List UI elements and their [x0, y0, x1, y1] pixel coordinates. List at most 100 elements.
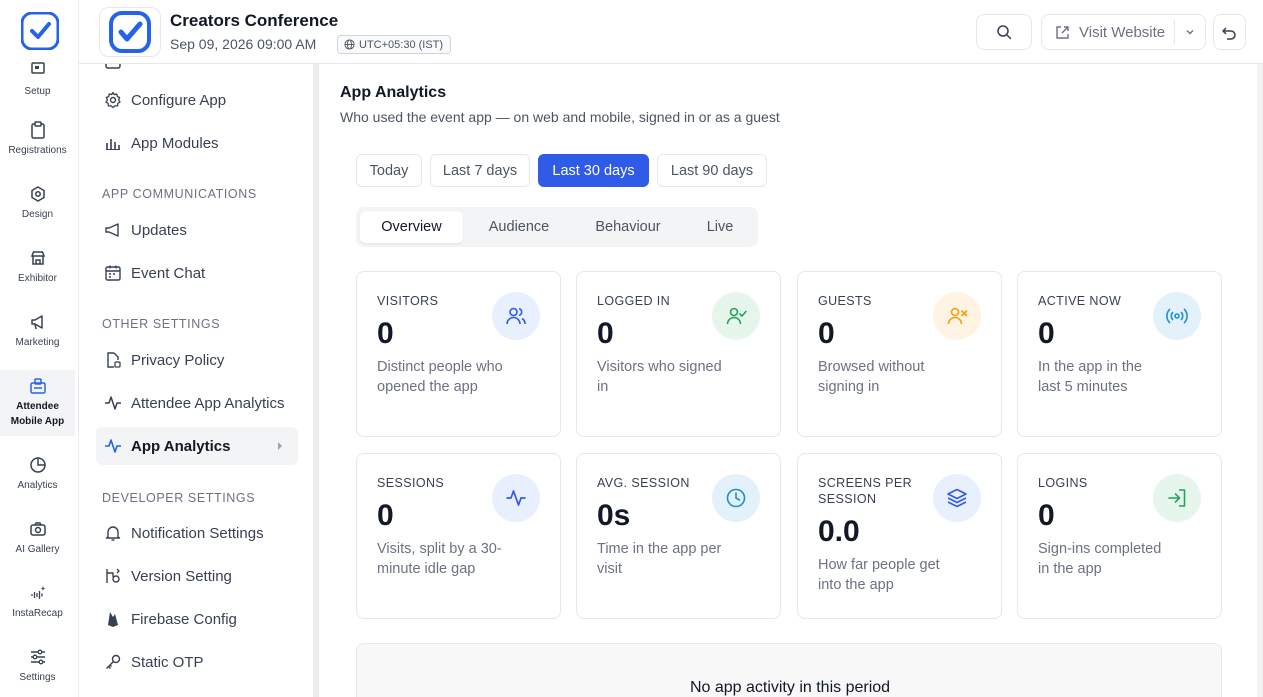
stat-card-screens-per-session: SCREENS PER SESSION 0.0 How far people g…: [797, 453, 1002, 619]
rail-item-setup[interactable]: Setup: [0, 62, 75, 99]
rail-item-instarecap[interactable]: InstaRecap: [0, 584, 75, 621]
stat-card-visitors: VISITORS 0 Distinct people who opened th…: [356, 271, 561, 437]
partial-menu-icon: [105, 64, 121, 69]
rail-item-design[interactable]: Design: [0, 185, 75, 222]
tab-overview[interactable]: Overview: [360, 211, 463, 243]
rail-item-settings[interactable]: Settings: [0, 648, 75, 685]
menu-item-app-analytics[interactable]: App Analytics: [96, 427, 298, 465]
rail-item-registrations[interactable]: Registrations: [0, 121, 75, 158]
rail-item-ai-gallery[interactable]: AI Gallery: [0, 520, 75, 557]
activity-icon: [105, 396, 121, 410]
visit-website-dropdown[interactable]: [1175, 15, 1205, 49]
stat-value: 0: [1038, 499, 1055, 532]
app-logo-icon[interactable]: [21, 12, 59, 50]
section-app-communications: APP COMMUNICATIONS: [102, 187, 257, 201]
stat-description: How far people get into the app: [818, 557, 940, 593]
timezone-text: UTC+05:30 (IST): [359, 38, 444, 51]
tab-live[interactable]: Live: [681, 211, 759, 243]
login-icon: [1153, 474, 1201, 522]
rail-item-label: AI Gallery: [15, 544, 60, 555]
menu-item-label: Firebase Config: [131, 610, 237, 628]
top-header: Creators Conference Sep 09, 2026 09:00 A…: [79, 0, 1263, 64]
menu-item-label: Configure App: [131, 91, 227, 109]
main-content: App Analytics Who used the event app — o…: [320, 64, 1263, 697]
bell-icon: [105, 526, 121, 541]
menu-item-notification-settings[interactable]: Notification Settings: [96, 514, 298, 552]
menu-item-app-modules[interactable]: App Modules: [96, 124, 298, 162]
menu-item-static-otp[interactable]: Static OTP: [96, 643, 298, 681]
stat-label: SCREENS PER SESSION: [818, 476, 913, 506]
page-title: App Analytics: [340, 84, 447, 101]
menu-item-attendee-app-analytics[interactable]: Attendee App Analytics: [96, 384, 298, 422]
stat-card-logins: LOGINS 0 Sign-ins completed in the app: [1017, 453, 1222, 619]
tab-behaviour[interactable]: Behaviour: [578, 211, 678, 243]
stat-card-sessions: SESSIONS 0 Visits, split by a 30-minute …: [356, 453, 561, 619]
visit-website-label: Visit Website: [1079, 23, 1166, 41]
stat-label: ACTIVE NOW: [1038, 294, 1122, 308]
menu-item-firebase-config[interactable]: Firebase Config: [96, 600, 298, 638]
stat-label: GUESTS: [818, 294, 872, 308]
menu-item-configure-app[interactable]: Configure App: [96, 81, 298, 119]
user-check-icon: [712, 292, 760, 340]
camera-icon: [29, 522, 46, 536]
user-x-icon: [933, 292, 981, 340]
app-settings-menu: Configure App App Modules APP COMMUNICAT…: [79, 64, 319, 697]
menu-item-label: App Analytics: [131, 437, 231, 455]
stat-card-active-now: ACTIVE NOW 0 In the app in the last 5 mi…: [1017, 271, 1222, 437]
rail-item-analytics[interactable]: Analytics: [0, 456, 75, 493]
sparkle-wave-icon: [30, 586, 45, 599]
menu-item-label: Static OTP: [131, 653, 204, 671]
stat-description: Sign-ins completed in the app: [1038, 541, 1162, 577]
visit-website-button[interactable]: Visit Website: [1041, 14, 1206, 50]
rail-item-label: Marketing: [15, 337, 60, 348]
rail-item-marketing[interactable]: Marketing: [0, 313, 75, 350]
rail-item-label: Exhibitor: [18, 273, 57, 284]
rail-item-label: Settings: [19, 672, 56, 683]
firebase-icon: [108, 612, 118, 627]
mobile-app-icon: [29, 378, 46, 394]
event-date: Sep 09, 2026 09:00 AM: [170, 36, 317, 52]
event-logo-icon: [109, 11, 151, 53]
range-today-button[interactable]: Today: [356, 154, 422, 187]
left-rail: Setup Registrations Design Exhibitor Mar…: [0, 0, 79, 697]
stat-value: 0: [1038, 317, 1055, 350]
stat-description: Distinct people who opened the app: [377, 359, 503, 395]
visit-website-main[interactable]: Visit Website: [1042, 15, 1174, 49]
rail-item-label: InstaRecap: [12, 608, 63, 619]
stat-card-logged-in: LOGGED IN 0 Visitors who signed in: [576, 271, 781, 437]
stat-description: Visitors who signed in: [597, 359, 722, 395]
tab-audience[interactable]: Audience: [469, 211, 569, 243]
layers-icon: [933, 474, 981, 522]
menu-item-version-setting[interactable]: Version Setting: [96, 557, 298, 595]
version-icon: [106, 568, 120, 583]
rail-item-exhibitor[interactable]: Exhibitor: [0, 249, 75, 286]
menu-item-updates[interactable]: Updates: [96, 211, 298, 249]
search-button[interactable]: [976, 14, 1032, 50]
main-scrollbar[interactable]: [1257, 64, 1263, 697]
range-last-7-days-button[interactable]: Last 7 days: [430, 154, 530, 187]
clipboard-icon: [30, 121, 45, 139]
rail-item-label: Setup: [24, 86, 51, 97]
menu-scrollbar[interactable]: [313, 64, 318, 697]
external-link-icon: [1056, 25, 1069, 39]
range-last-90-days-button[interactable]: Last 90 days: [657, 154, 767, 187]
range-last-30-days-button[interactable]: Last 30 days: [538, 154, 649, 187]
stat-value: 0: [377, 499, 394, 532]
caret-right-icon: [278, 442, 282, 450]
sliders-icon: [30, 649, 45, 665]
stat-description: Visits, split by a 30-minute idle gap: [377, 541, 502, 577]
stat-value: 0: [818, 317, 835, 350]
menu-item-privacy-policy[interactable]: Privacy Policy: [96, 341, 298, 379]
menu-item-label: Attendee App Analytics: [131, 394, 285, 412]
rail-item-attendee-mobile-app[interactable]: Attendee Mobile App: [0, 370, 75, 436]
activity-icon: [492, 474, 540, 522]
undo-button[interactable]: [1213, 14, 1246, 50]
menu-item-label: Updates: [131, 221, 187, 239]
menu-item-event-chat[interactable]: Event Chat: [96, 254, 298, 292]
empty-state: No app activity in this period: [356, 643, 1222, 697]
chevron-down-icon: [1186, 30, 1194, 35]
menu-item-label: App Modules: [131, 134, 219, 152]
setup-icon: [30, 62, 45, 74]
document-lock-icon: [107, 352, 121, 368]
globe-icon: [344, 39, 355, 50]
